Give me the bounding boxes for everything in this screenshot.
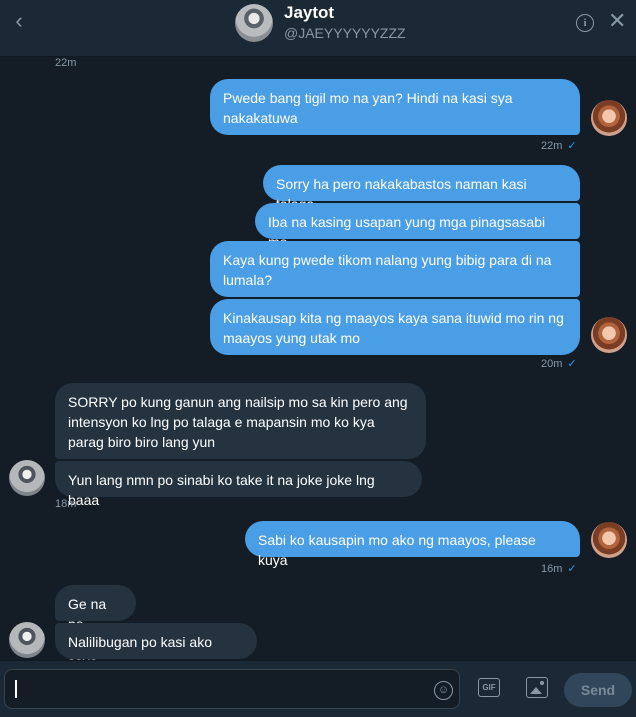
read-check-icon: ✓ (567, 358, 577, 370)
message-meta: 22m ✓ (541, 139, 577, 152)
message-meta: 16m ✓ (541, 562, 577, 575)
send-button[interactable]: Send (564, 673, 632, 707)
conversation-header: ‹ Jaytot @JAEYYYYYYZZZ i ✕ (0, 0, 636, 57)
message-incoming: Ge na po (55, 585, 136, 632)
timestamp: 16m (541, 563, 563, 575)
timestamp: 20m (541, 358, 563, 370)
emoji-icon[interactable]: ☺ (434, 681, 453, 700)
contact-handle: @JAEYYYYYYZZZ (284, 25, 406, 41)
timestamp: 22m (55, 57, 77, 69)
message-outgoing: Kinakausap kita ng maayos kaya sana ituw… (210, 299, 580, 355)
text-caret (15, 680, 17, 698)
message-outgoing: Iba na kasing usapan yung mga pinagsasab… (255, 203, 580, 250)
chevron-left-icon[interactable]: ‹ (8, 10, 30, 32)
timestamp: 22m (541, 140, 563, 152)
read-check-icon: ✓ (567, 563, 577, 575)
avatar[interactable] (591, 100, 627, 136)
avatar[interactable] (9, 460, 45, 496)
read-check-icon: ✓ (567, 140, 577, 152)
timestamp: 18m (55, 498, 77, 510)
info-icon[interactable]: i (576, 14, 594, 32)
avatar[interactable] (591, 317, 627, 353)
message-outgoing: Sorry ha pero nakakabastos naman kasi ta… (263, 165, 580, 212)
contact-name: Jaytot (284, 3, 335, 22)
message-meta: 20m ✓ (541, 357, 577, 370)
message-incoming: Yun lang nmn po sinabi ko take it na jok… (55, 461, 422, 508)
avatar[interactable] (591, 522, 627, 558)
avatar[interactable] (235, 4, 273, 42)
message-outgoing: Pwede bang tigil mo na yan? Hindi na kas… (210, 79, 580, 135)
image-icon[interactable] (526, 677, 548, 698)
message-incoming: SORRY po kung ganun ang nailsip mo sa ki… (55, 383, 426, 459)
message-outgoing: Sabi ko kausapin mo ako ng maayos, pleas… (245, 521, 580, 568)
message-outgoing: Kaya kung pwede tikom nalang yung bibig … (210, 241, 580, 297)
message-composer: ☺ GIF Send (0, 660, 636, 717)
close-icon[interactable]: ✕ (608, 10, 626, 32)
message-incoming: Nalilibugan po kasi ako sayo (55, 623, 257, 670)
gif-button[interactable]: GIF (478, 678, 500, 697)
message-list: 22m Pwede bang tigil mo na yan? Hindi na… (0, 57, 636, 670)
message-input[interactable]: ☺ (4, 669, 460, 709)
avatar[interactable] (9, 622, 45, 658)
